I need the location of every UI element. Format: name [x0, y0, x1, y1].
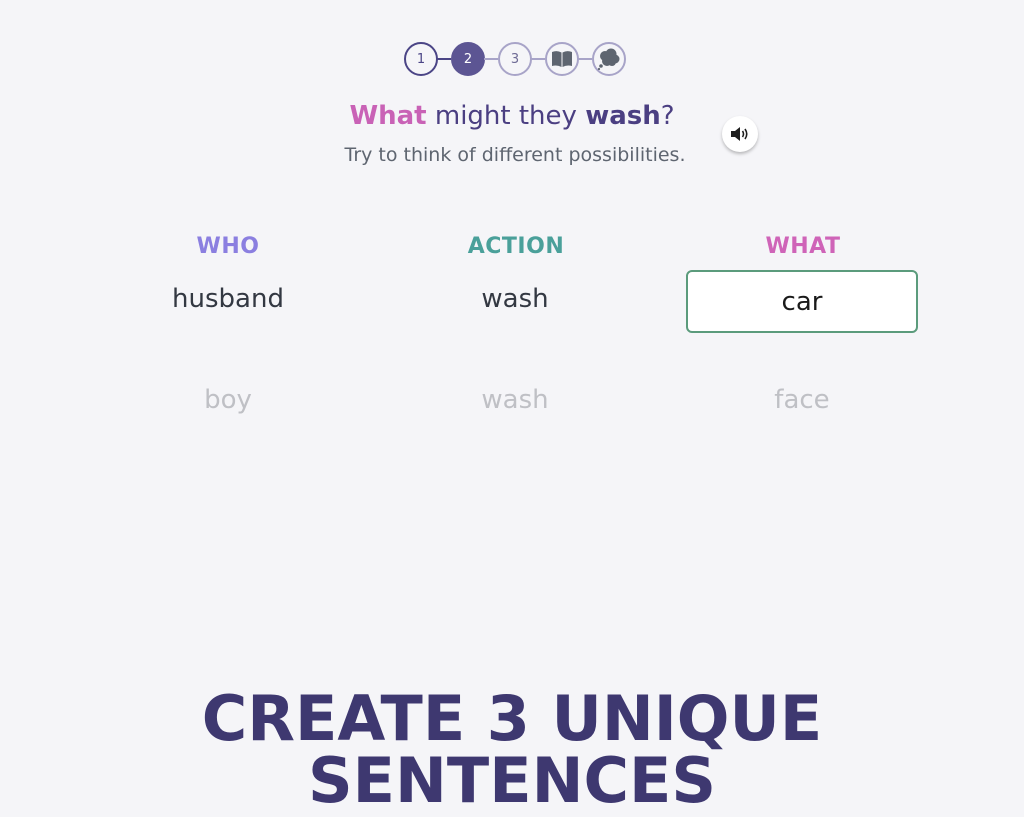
- step-connector: [531, 58, 545, 60]
- step-1[interactable]: 1: [404, 42, 438, 76]
- question-text: What might they wash?: [0, 100, 1024, 134]
- question-end: ?: [660, 101, 675, 131]
- step-book[interactable]: [545, 42, 579, 76]
- action-header-label: ACTION: [467, 234, 565, 259]
- thought-bubble-icon: [597, 48, 620, 70]
- instruction-subtitle: Try to think of different possibilities.: [344, 144, 686, 166]
- step-connector: [484, 58, 498, 60]
- what-input-field[interactable]: car: [686, 270, 918, 333]
- speaker-icon: [731, 127, 748, 141]
- current-action-word: wash: [481, 284, 549, 314]
- step-3[interactable]: 3: [498, 42, 532, 76]
- what-header-label: WHAT: [765, 234, 841, 259]
- column-header-who: WHO: [108, 234, 348, 259]
- what-input-value: car: [781, 286, 823, 317]
- step-connector: [437, 58, 451, 60]
- question-keyword-what: What: [349, 101, 427, 131]
- question-middle: might they: [426, 101, 586, 131]
- play-audio-button[interactable]: [722, 116, 758, 152]
- book-icon: [552, 51, 572, 67]
- column-header-action: ACTION: [396, 234, 636, 259]
- progress-stepper: 1 2 3: [404, 42, 628, 76]
- promo-banner-title: CREATE 3 UNIQUE SENTENCES: [201, 682, 823, 817]
- column-header-what: WHAT: [683, 234, 923, 259]
- question-keyword-verb: wash: [585, 101, 661, 131]
- previous-who-word: boy: [204, 385, 252, 415]
- who-header-label: WHO: [196, 234, 260, 259]
- step-2[interactable]: 2: [451, 42, 485, 76]
- step-thought[interactable]: [592, 42, 626, 76]
- previous-action-word: wash: [481, 385, 549, 415]
- current-who-word: husband: [172, 284, 284, 314]
- previous-what-word: face: [774, 385, 830, 415]
- step-connector: [578, 58, 592, 60]
